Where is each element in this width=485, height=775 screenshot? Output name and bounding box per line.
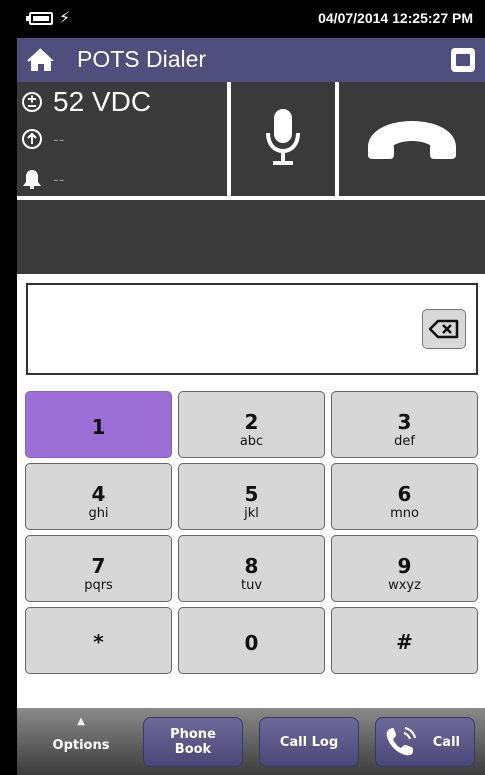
title-bar: POTS Dialer	[17, 38, 485, 82]
key-1[interactable]: 1	[25, 391, 172, 458]
key-digit: 8	[244, 554, 259, 578]
key-letters: jkl	[244, 506, 259, 521]
key-letters: def	[394, 434, 415, 449]
voltage-value: 52 VDC	[53, 86, 152, 117]
key-digit: 6	[397, 482, 412, 506]
caret-up-icon: ▲	[77, 716, 85, 727]
key-hash[interactable]: #	[331, 607, 478, 674]
key-digit: 0	[244, 631, 259, 655]
key-2[interactable]: 2 abc	[178, 391, 325, 458]
ring-row: --	[21, 168, 65, 190]
plus-minus-circle-icon	[22, 92, 42, 112]
backspace-button[interactable]	[422, 309, 466, 349]
key-digit: 4	[91, 482, 106, 506]
network-port-icon[interactable]	[451, 48, 475, 72]
key-digit: 3	[397, 410, 412, 434]
phone-book-label: Phone Book	[170, 727, 216, 757]
key-8[interactable]: 8 tuv	[178, 535, 325, 602]
call-log-button[interactable]: Call Log	[259, 717, 359, 767]
key-7[interactable]: 7 pqrs	[25, 535, 172, 602]
phone-book-label-line2: Book	[174, 742, 212, 757]
options-button[interactable]: ▲ Options	[37, 716, 125, 766]
key-digit: #	[396, 630, 413, 654]
key-4[interactable]: 4 ghi	[25, 463, 172, 530]
key-letters: mno	[390, 506, 419, 521]
key-letters: ghi	[88, 506, 109, 521]
home-icon[interactable]	[27, 47, 55, 73]
key-6[interactable]: 6 mno	[331, 463, 478, 530]
battery-icon	[26, 12, 53, 25]
arrow-up-circle-icon	[22, 129, 42, 149]
key-star[interactable]: *	[25, 607, 172, 674]
hook-button[interactable]	[339, 82, 485, 196]
phone-book-button[interactable]: Phone Book	[143, 717, 243, 767]
dial-number-display[interactable]	[26, 283, 478, 375]
key-letters: tuv	[240, 578, 263, 593]
bottom-action-bar: ▲ Options Phone Book Call Log Call	[17, 708, 485, 775]
divider	[17, 274, 485, 278]
call-button[interactable]: Call	[375, 717, 475, 767]
phone-ringing-icon	[386, 727, 416, 756]
key-digit: *	[93, 630, 104, 654]
key-digit: 5	[244, 482, 259, 506]
handset-icon	[368, 121, 456, 159]
pots-dialer-screen: ⚡ 04/07/2014 12:25:27 PM POTS Dialer 52 …	[17, 0, 485, 775]
phone-book-label-line1: Phone	[170, 727, 216, 742]
key-digit: 1	[91, 415, 106, 439]
key-0[interactable]: 0	[178, 607, 325, 674]
options-label: Options	[52, 738, 110, 753]
microphone-button[interactable]	[231, 82, 335, 196]
key-digit: 7	[91, 554, 106, 578]
current-value: --	[53, 129, 65, 149]
ring-value: --	[53, 169, 65, 189]
backspace-icon	[429, 319, 459, 339]
key-letters: abc	[239, 434, 264, 449]
key-digit: 9	[397, 554, 412, 578]
key-letters: wxyz	[388, 578, 421, 593]
message-area	[17, 200, 485, 274]
call-label: Call	[432, 734, 460, 750]
charging-bolt-icon: ⚡	[59, 8, 71, 27]
key-3[interactable]: 3 def	[331, 391, 478, 458]
key-5[interactable]: 5 jkl	[178, 463, 325, 530]
keypad: 1 2 abc 3 def 4 ghi 5 jkl 6 mno 7 pqrs 8	[25, 391, 481, 675]
call-log-label: Call Log	[279, 734, 339, 750]
key-digit: 2	[244, 410, 259, 434]
bell-icon	[23, 170, 41, 189]
status-bar: ⚡ 04/07/2014 12:25:27 PM	[17, 0, 485, 38]
line-status-panel: 52 VDC -- --	[17, 82, 485, 200]
current-row: --	[21, 128, 65, 150]
page-title: POTS Dialer	[77, 46, 207, 72]
status-datetime: 04/07/2014 12:25:27 PM	[318, 10, 473, 26]
key-letters: pqrs	[84, 578, 113, 593]
voltage-row: 52 VDC	[21, 86, 151, 118]
key-9[interactable]: 9 wxyz	[331, 535, 478, 602]
microphone-icon	[266, 109, 300, 165]
